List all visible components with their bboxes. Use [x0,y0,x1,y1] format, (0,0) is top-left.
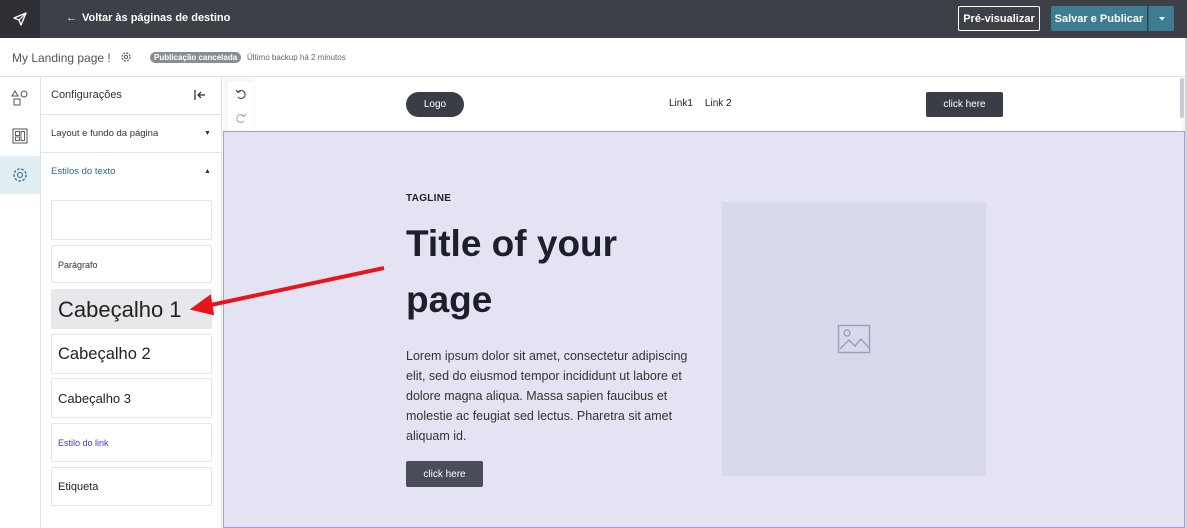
panel-header: Configurações [41,77,221,115]
site-nav-button[interactable]: click here [926,92,1003,117]
save-and-publish-button[interactable]: Salvar e Publicar [1051,6,1147,31]
back-link-label: Voltar às páginas de destino [82,12,231,24]
text-style-label: Cabeçalho 2 [58,345,151,363]
section-layout-background[interactable]: Layout e fundo da página ▼ [41,115,221,153]
caret-down-icon [1158,16,1165,20]
text-style-label: Etiqueta [58,481,99,493]
app-root: ← Voltar às páginas de destino Pré-visua… [0,0,1187,528]
caret-down-icon: ▼ [204,130,211,137]
rail-item-layout[interactable] [0,117,40,155]
text-style-label: Cabeçalho 1 [58,297,182,322]
arrow-left-icon: ← [66,12,77,24]
site-logo[interactable]: Logo [406,92,464,117]
text-style-item-heading-2[interactable]: Cabeçalho 2 [51,334,212,374]
collapse-panel-icon[interactable] [193,88,207,102]
panel-title: Configurações [51,89,122,101]
redo-button[interactable] [230,106,252,130]
app-logo[interactable] [0,0,40,38]
text-style-label: Parágrafo [58,260,98,270]
paper-plane-icon [13,12,27,26]
canvas-scrollbar[interactable] [1180,78,1184,118]
left-icon-rail [0,77,41,528]
rail-item-settings[interactable] [0,156,40,194]
text-style-item-paragraph[interactable]: Parágrafo [51,245,212,283]
text-style-label: Cabeçalho 3 [58,391,131,406]
section-label: Estilos do texto [51,166,116,177]
text-style-label: Estilo do link [58,438,109,448]
settings-panel: Configurações Layout e fundo da página ▼… [41,77,222,528]
section-text-styles[interactable]: Estilos do texto ▲ [41,153,221,191]
undo-button[interactable] [230,82,252,106]
shapes-icon [11,90,28,106]
back-to-landing-pages-link[interactable]: ← Voltar às páginas de destino [66,12,230,24]
image-placeholder-icon [837,324,871,354]
status-badge: Publicação cancelada [150,52,242,63]
hero-paragraph[interactable]: Lorem ipsum dolor sit amet, consectetur … [406,346,696,446]
hero-title[interactable]: Title of your page [406,216,696,328]
publish-options-button[interactable] [1148,6,1174,31]
site-nav-links: Link1 Link 2 [669,98,732,109]
caret-up-icon: ▲ [204,168,211,175]
page-info-bar: My Landing page ! Publicação cancelada Ú… [0,38,1187,77]
undo-icon [235,89,246,100]
rail-item-elements[interactable] [0,79,40,117]
text-style-item-empty[interactable] [51,200,212,240]
preview-button[interactable]: Pré-visualizar [958,6,1040,31]
history-controls [228,82,254,134]
backup-status: Último backup há 2 minutos [247,53,346,62]
redo-icon [236,113,247,124]
nav-link-1[interactable]: Link1 [669,98,693,109]
hero-section[interactable] [223,131,1185,528]
hero-image-placeholder[interactable] [722,202,986,476]
top-bar: ← Voltar às páginas de destino Pré-visua… [0,0,1187,38]
text-style-item-link[interactable]: Estilo do link [51,423,212,462]
nav-link-2[interactable]: Link 2 [705,98,732,109]
page-name[interactable]: My Landing page ! [12,51,111,65]
hero-button[interactable]: click here [406,461,483,487]
gear-icon [13,168,27,182]
text-style-item-heading-1[interactable]: Cabeçalho 1 [51,289,212,329]
gear-icon[interactable] [120,51,132,63]
section-label: Layout e fundo da página [51,128,159,139]
hero-tagline[interactable]: TAGLINE [406,193,451,204]
layout-icon [12,128,28,144]
text-style-item-label[interactable]: Etiqueta [51,467,212,506]
text-style-item-heading-3[interactable]: Cabeçalho 3 [51,378,212,418]
